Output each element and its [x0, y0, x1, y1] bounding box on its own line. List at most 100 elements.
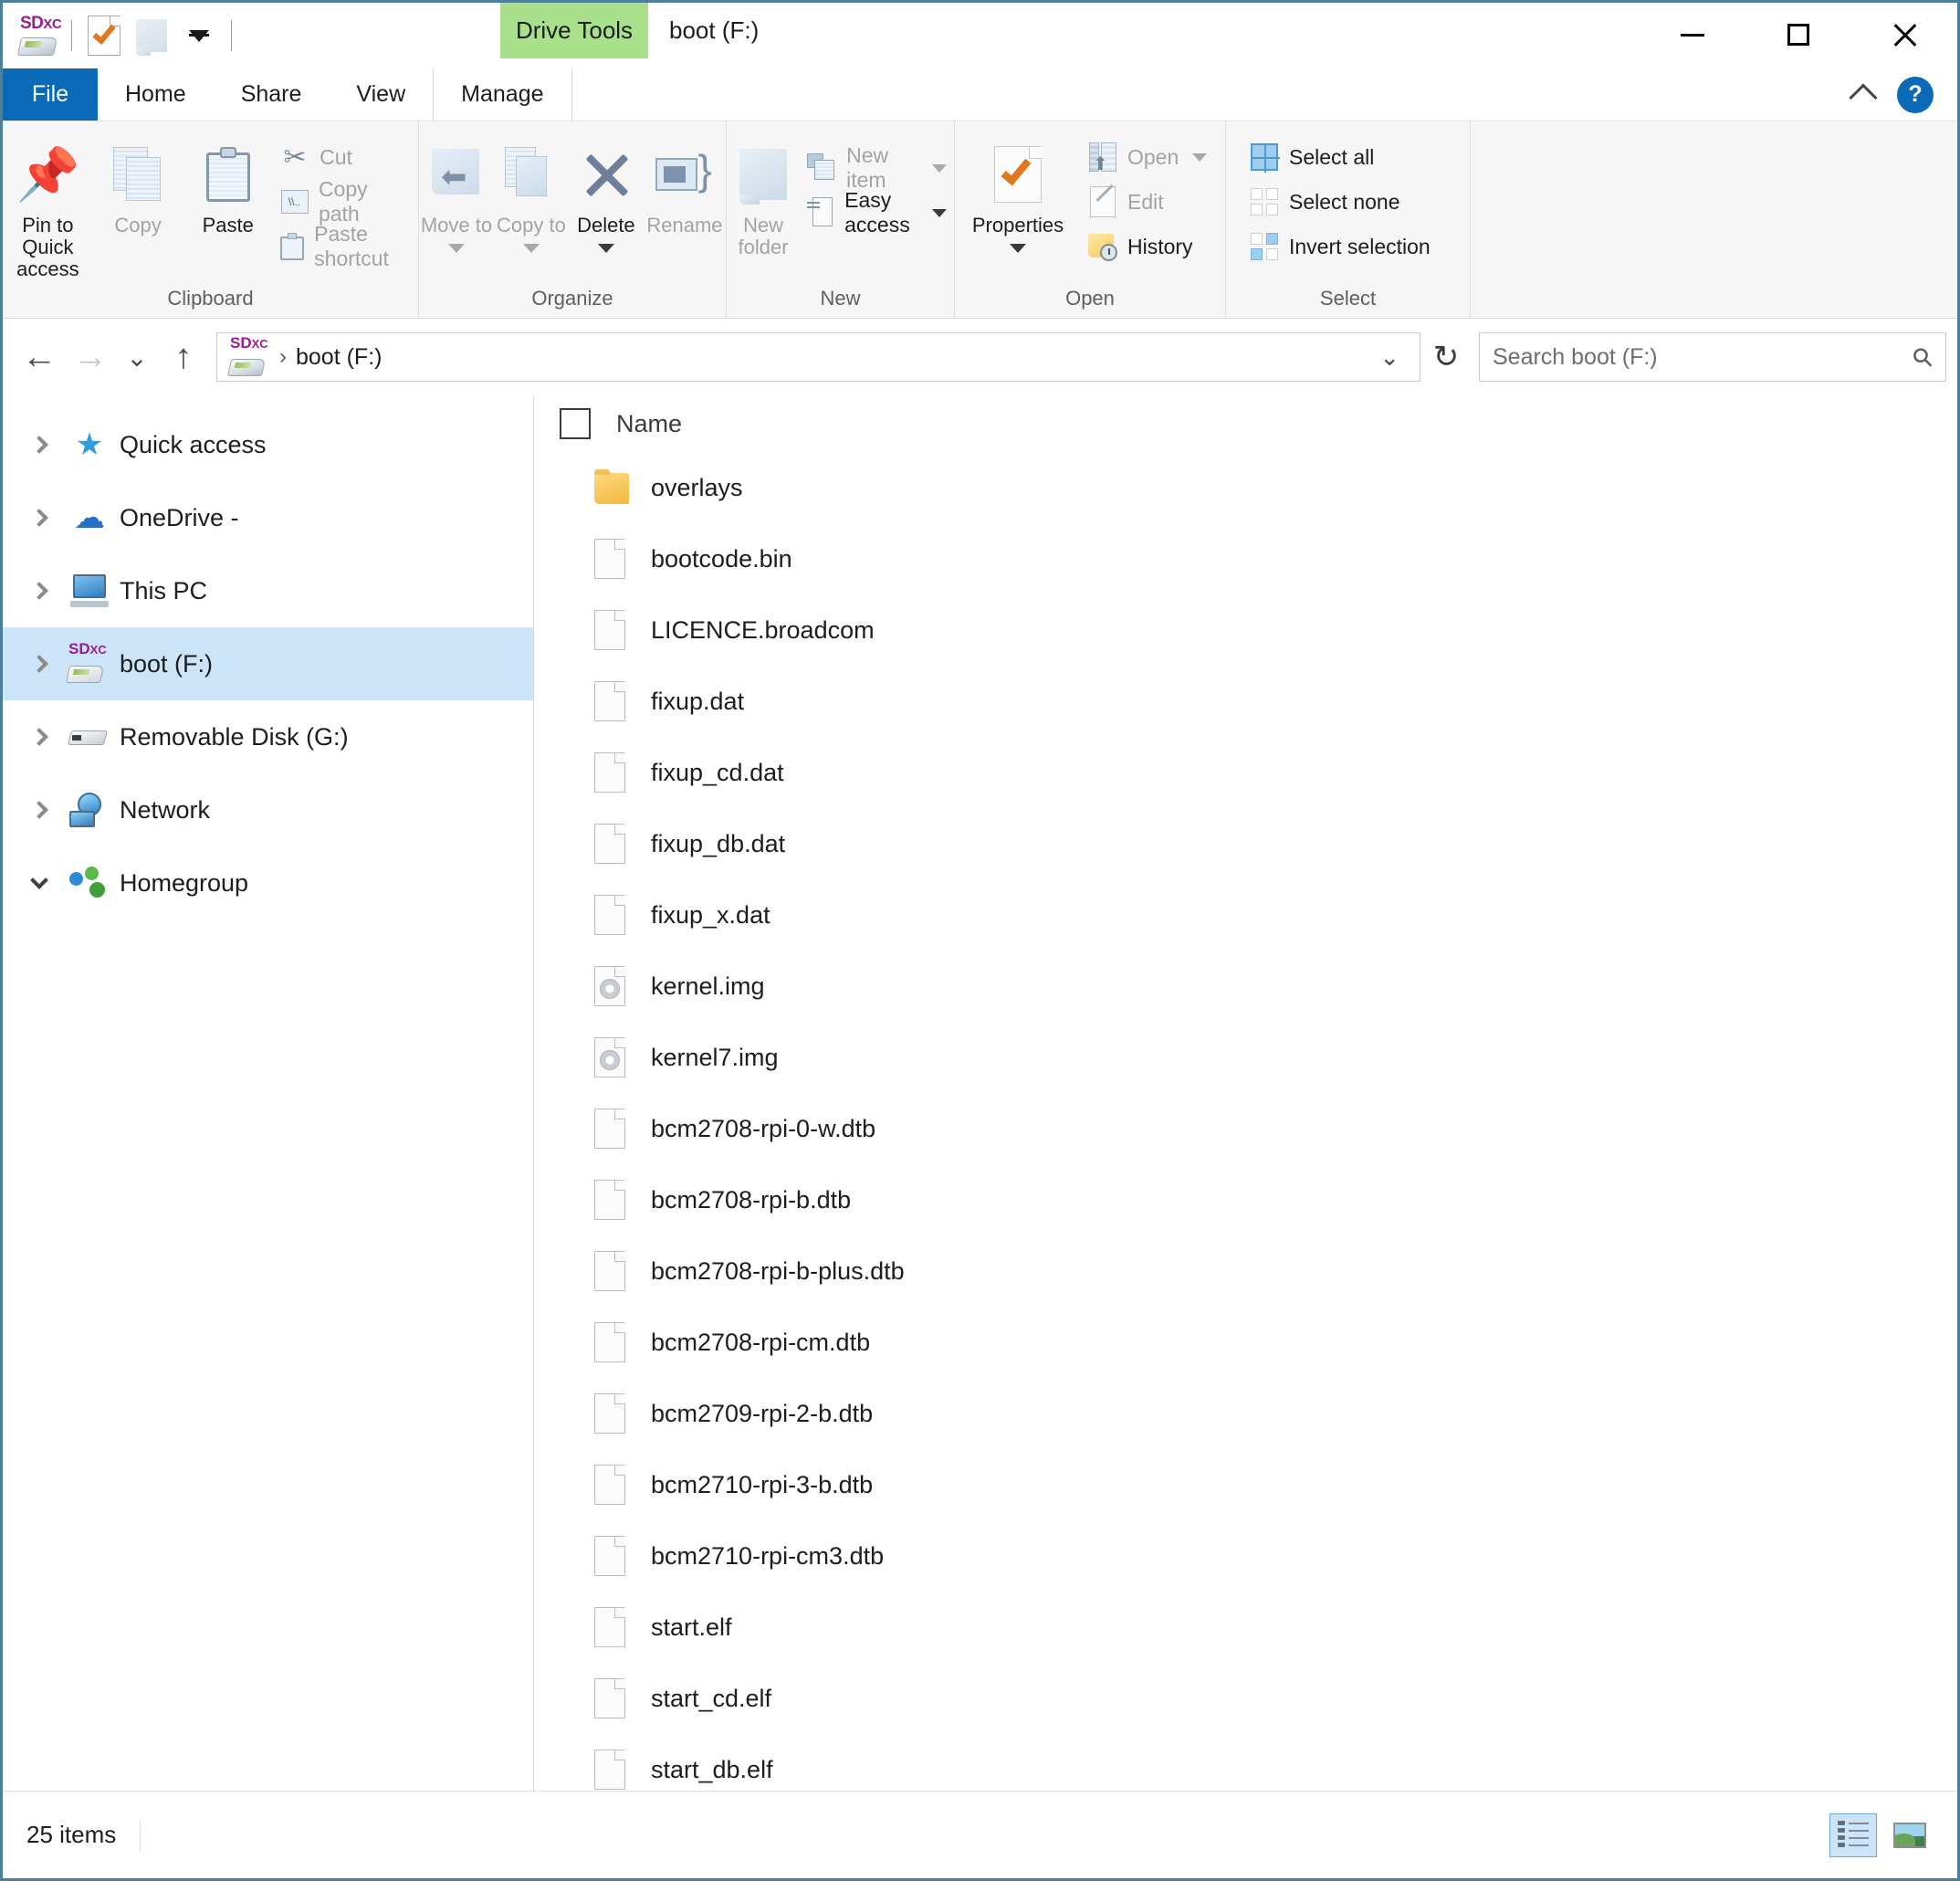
- file-row[interactable]: overlays: [534, 452, 1957, 523]
- new-item-button[interactable]: New item: [800, 143, 954, 192]
- contextual-tab-drive-tools: Drive Tools: [500, 3, 648, 58]
- select-none-button[interactable]: Select none: [1242, 183, 1438, 221]
- new-folder-button[interactable]: New folder: [727, 132, 800, 258]
- open-icon: ⬆: [1088, 142, 1117, 173]
- new-folder-icon[interactable]: [128, 12, 175, 59]
- chevron-right-icon[interactable]: [16, 509, 63, 527]
- easy-access-button[interactable]: Easy access: [800, 188, 954, 236]
- copy-to-button[interactable]: Copy to: [494, 132, 569, 253]
- open-button[interactable]: ⬆ Open: [1081, 138, 1214, 176]
- file-row[interactable]: bcm2708-rpi-b.dtb: [534, 1164, 1957, 1235]
- file-row[interactable]: bcm2709-rpi-2-b.dtb: [534, 1378, 1957, 1449]
- recent-locations-button[interactable]: ⌄: [116, 331, 158, 383]
- sidebar-item-boot-f[interactable]: SDXC boot (F:): [3, 627, 533, 700]
- generic-file-icon: [594, 1750, 629, 1790]
- file-row[interactable]: bootcode.bin: [534, 523, 1957, 594]
- paste-shortcut-button[interactable]: Paste shortcut: [273, 222, 418, 270]
- chevron-right-icon[interactable]: [16, 801, 63, 819]
- search-input[interactable]: Search boot (F:): [1493, 344, 1913, 371]
- chevron-right-icon[interactable]: [16, 436, 63, 454]
- sidebar-item-network[interactable]: Network: [3, 773, 533, 846]
- file-row[interactable]: bcm2708-rpi-b-plus.dtb: [534, 1235, 1957, 1307]
- tab-file[interactable]: File: [3, 68, 98, 121]
- tab-view[interactable]: View: [329, 68, 433, 121]
- history-button[interactable]: History: [1081, 227, 1214, 266]
- copy-path-button[interactable]: \\.. Copy path: [273, 177, 418, 226]
- file-row[interactable]: bcm2710-rpi-3-b.dtb: [534, 1449, 1957, 1520]
- file-name: bcm2708-rpi-cm.dtb: [651, 1328, 871, 1356]
- navigation-pane: ★ Quick access ☁ OneDrive - This PC SDXC: [3, 395, 534, 1791]
- file-row[interactable]: fixup_cd.dat: [534, 737, 1957, 808]
- help-button[interactable]: ?: [1897, 76, 1934, 113]
- select-all-checkbox[interactable]: [560, 408, 591, 439]
- invert-selection-button[interactable]: Invert selection: [1242, 227, 1438, 266]
- ribbon-group-select: Select all Select none Invert selection: [1225, 121, 1470, 318]
- properties-button[interactable]: Properties: [955, 132, 1081, 253]
- edit-icon: [1088, 184, 1117, 217]
- file-row[interactable]: kernel.img: [534, 951, 1957, 1022]
- sidebar-item-quick-access[interactable]: ★ Quick access: [3, 408, 533, 481]
- file-row[interactable]: start_cd.elf: [534, 1663, 1957, 1734]
- file-row[interactable]: kernel7.img: [534, 1022, 1957, 1093]
- column-header-name[interactable]: Name: [616, 410, 682, 438]
- select-all-button[interactable]: Select all: [1242, 138, 1438, 176]
- tab-share[interactable]: Share: [214, 68, 330, 121]
- file-row[interactable]: start.elf: [534, 1592, 1957, 1663]
- move-to-button[interactable]: ⬅ Move to: [419, 132, 494, 253]
- cloud-icon: ☁: [74, 500, 105, 535]
- copy-button[interactable]: Copy: [93, 132, 183, 236]
- delete-button[interactable]: Delete: [569, 132, 644, 253]
- file-row[interactable]: fixup_db.dat: [534, 808, 1957, 879]
- minimize-button[interactable]: [1640, 3, 1745, 67]
- chevron-down-icon: [932, 163, 947, 173]
- file-row[interactable]: bcm2708-rpi-cm.dtb: [534, 1307, 1957, 1378]
- chevron-down-icon: [522, 243, 540, 253]
- back-button[interactable]: ←: [14, 331, 65, 383]
- file-row[interactable]: fixup.dat: [534, 666, 1957, 737]
- generic-file-icon: [594, 1607, 629, 1647]
- up-button[interactable]: ↑: [158, 331, 209, 383]
- pin-icon: 📌: [16, 145, 80, 203]
- refresh-button[interactable]: ↻: [1422, 332, 1470, 382]
- sidebar-item-removable-disk-g[interactable]: Removable Disk (G:): [3, 700, 533, 773]
- breadcrumb-bar[interactable]: SDXC › boot (F:) ⌄: [216, 332, 1420, 382]
- pin-to-quick-access-button[interactable]: 📌 Pin to Quick access: [3, 132, 93, 279]
- properties-icon: [994, 140, 1042, 209]
- file-row[interactable]: start_db.elf: [534, 1734, 1957, 1791]
- customize-caret-icon[interactable]: [175, 12, 223, 59]
- tab-home[interactable]: Home: [98, 68, 214, 121]
- tab-manage[interactable]: Manage: [433, 68, 572, 121]
- close-button[interactable]: [1851, 3, 1957, 67]
- file-name: start.elf: [651, 1613, 732, 1641]
- sdxc-drive-icon[interactable]: SDXC: [16, 12, 63, 59]
- forward-button[interactable]: →: [65, 331, 116, 383]
- contextual-tab-label: Drive Tools: [515, 16, 634, 44]
- generic-file-icon: [594, 1393, 629, 1434]
- chevron-down-icon: [447, 243, 465, 253]
- maximize-button[interactable]: [1745, 3, 1851, 67]
- large-icons-view-button[interactable]: [1886, 1813, 1934, 1857]
- chevron-up-icon[interactable]: [1849, 82, 1878, 112]
- rename-button[interactable]: } Rename: [644, 132, 726, 236]
- homegroup-icon: [63, 867, 116, 899]
- chevron-down-icon[interactable]: ⌄: [1370, 343, 1409, 372]
- edit-button[interactable]: Edit: [1081, 183, 1214, 221]
- file-row[interactable]: bcm2710-rpi-cm3.dtb: [534, 1520, 1957, 1592]
- breadcrumb-item-boot[interactable]: boot (F:): [296, 344, 382, 371]
- chevron-right-icon[interactable]: [16, 728, 63, 746]
- sidebar-item-homegroup[interactable]: Homegroup: [3, 846, 533, 919]
- properties-icon[interactable]: [80, 12, 128, 59]
- file-row[interactable]: bcm2708-rpi-0-w.dtb: [534, 1093, 1957, 1164]
- chevron-right-icon[interactable]: [16, 582, 63, 600]
- search-box[interactable]: Search boot (F:) ⚲: [1479, 332, 1946, 382]
- details-view-button[interactable]: [1829, 1813, 1877, 1857]
- sidebar-item-this-pc[interactable]: This PC: [3, 554, 533, 627]
- file-row[interactable]: LICENCE.broadcom: [534, 594, 1957, 666]
- chevron-down-icon[interactable]: [16, 871, 63, 892]
- move-to-icon: ⬅: [428, 140, 485, 209]
- sidebar-item-onedrive[interactable]: ☁ OneDrive -: [3, 481, 533, 554]
- chevron-right-icon[interactable]: [16, 655, 63, 673]
- file-row[interactable]: fixup_x.dat: [534, 879, 1957, 951]
- cut-button[interactable]: ✂ Cut: [273, 138, 418, 176]
- paste-button[interactable]: Paste: [183, 132, 273, 236]
